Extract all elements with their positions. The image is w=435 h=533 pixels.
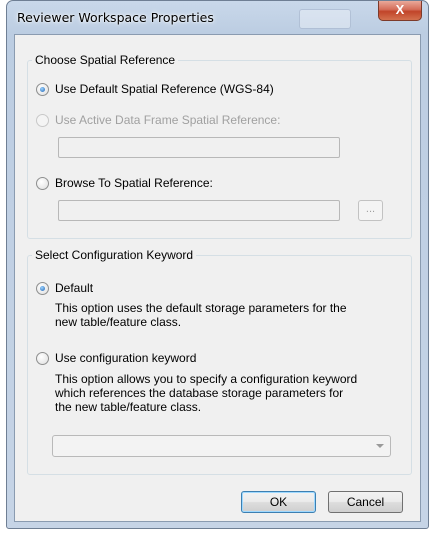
browse-spatial-reference-label[interactable]: Browse To Spatial Reference: [55, 176, 213, 190]
cancel-button[interactable]: Cancel [328, 491, 403, 513]
use-configuration-keyword-label[interactable]: Use configuration keyword [55, 351, 196, 365]
browse-spatial-reference-field [58, 200, 340, 221]
close-icon: X [395, 2, 405, 17]
dialog-window: Reviewer Workspace Properties X Choose S… [6, 0, 429, 529]
spatial-reference-legend: Choose Spatial Reference [35, 53, 176, 67]
default-keyword-description-line1: This option uses the default storage par… [55, 301, 347, 315]
window-title: Reviewer Workspace Properties [17, 10, 214, 25]
default-spatial-reference-label[interactable]: Use Default Spatial Reference (WGS-84) [55, 82, 274, 96]
configuration-keyword-dropdown [52, 435, 391, 457]
configuration-keyword-description-line3: the new table/feature class. [55, 400, 202, 414]
active-spatial-reference-field [58, 137, 340, 158]
browse-spatial-reference-radio[interactable] [36, 177, 49, 190]
default-keyword-description-line2: new table/feature class. [55, 315, 182, 329]
active-data-frame-radio [36, 114, 49, 127]
chevron-down-icon [376, 444, 384, 448]
configuration-keyword-legend: Select Configuration Keyword [35, 248, 194, 262]
active-data-frame-label: Use Active Data Frame Spatial Reference: [55, 113, 281, 127]
ok-button[interactable]: OK [241, 491, 316, 513]
use-configuration-keyword-radio[interactable] [36, 352, 49, 365]
configuration-keyword-description-line1: This option allows you to specify a conf… [55, 372, 358, 386]
browse-button[interactable]: ... [358, 200, 383, 221]
background-window-ghost [299, 9, 351, 29]
close-button[interactable]: X [378, 1, 422, 21]
configuration-keyword-description-line2: which references the database storage pa… [55, 386, 344, 400]
default-spatial-reference-radio[interactable] [36, 83, 49, 96]
title-bar[interactable]: Reviewer Workspace Properties X [7, 1, 428, 35]
default-keyword-radio[interactable] [36, 282, 49, 295]
default-keyword-label[interactable]: Default [55, 281, 93, 295]
dialog-client-area: Choose Spatial Reference Use Default Spa… [14, 34, 421, 522]
